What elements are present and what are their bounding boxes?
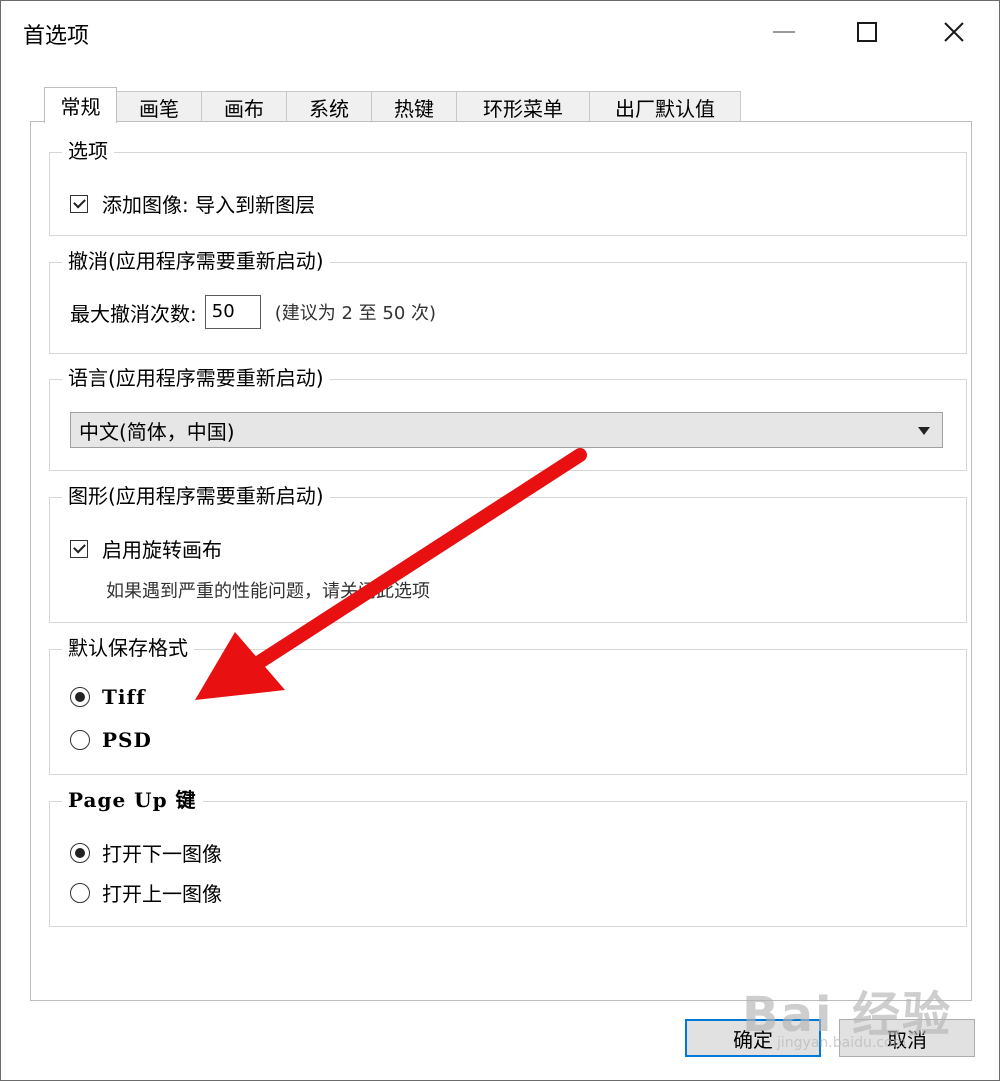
open-next-image-label: 打开下一图像 bbox=[102, 842, 222, 866]
psd-label: PSD bbox=[102, 728, 152, 752]
save-format-psd-radio[interactable]: PSD bbox=[70, 728, 152, 752]
minimize-icon bbox=[773, 31, 795, 33]
language-group: 语言(应用程序需要重新启动) 中文(简体，中国) bbox=[49, 364, 967, 471]
max-undo-hint: (建议为 2 至 50 次) bbox=[274, 303, 437, 324]
language-selected-value: 中文(简体，中国) bbox=[79, 419, 235, 444]
watermark-url: jingyan.baidu.com bbox=[777, 1035, 907, 1051]
options-group: 选项 添加图像: 导入到新图层 bbox=[49, 137, 967, 236]
save-format-tiff-radio[interactable]: Tiff bbox=[70, 685, 146, 709]
open-prev-image-label: 打开上一图像 bbox=[102, 882, 222, 906]
language-select[interactable]: 中文(简体，中国) bbox=[70, 412, 943, 448]
page-up-group: Page Up 键 打开下一图像 打开上一图像 bbox=[49, 786, 967, 927]
preferences-dialog: 首选项 常规 画笔 画布 系统 热键 环形菜单 出厂默认值 选项 添加图像: 导… bbox=[0, 0, 1000, 1081]
window-title: 首选项 bbox=[23, 24, 90, 49]
tiff-label: Tiff bbox=[102, 685, 146, 709]
undo-legend: 撤消(应用程序需要重新启动) bbox=[62, 247, 330, 275]
dropdown-arrow-icon bbox=[918, 427, 930, 435]
page-up-legend: Page Up 键 bbox=[62, 786, 203, 814]
general-tab-panel: 选项 添加图像: 导入到新图层 撤消(应用程序需要重新启动) 最大撤消次数: 5… bbox=[30, 121, 972, 1001]
tab-ring-menu[interactable]: 环形菜单 bbox=[456, 91, 590, 122]
graphics-legend: 图形(应用程序需要重新启动) bbox=[62, 482, 330, 510]
save-format-group: 默认保存格式 Tiff PSD bbox=[49, 634, 967, 775]
radio-unselected-icon bbox=[70, 730, 90, 750]
max-undo-input[interactable]: 50 bbox=[204, 295, 261, 329]
language-legend: 语言(应用程序需要重新启动) bbox=[62, 364, 330, 392]
radio-selected-icon bbox=[70, 687, 90, 707]
maximize-icon bbox=[857, 22, 877, 42]
graphics-group: 图形(应用程序需要重新启动) 启用旋转画布 如果遇到严重的性能问题，请关闭此选项 bbox=[49, 482, 967, 623]
tab-system[interactable]: 系统 bbox=[286, 91, 372, 122]
title-bar: 首选项 bbox=[1, 1, 999, 65]
rotate-canvas-label: 启用旋转画布 bbox=[102, 538, 222, 562]
checkbox-checked-icon bbox=[70, 194, 88, 213]
graphics-note: 如果遇到严重的性能问题，请关闭此选项 bbox=[106, 581, 430, 602]
tab-hotkeys[interactable]: 热键 bbox=[371, 91, 457, 122]
radio-unselected-icon bbox=[70, 882, 90, 903]
watermark: Bai 经验 jingyan.baidu.com bbox=[742, 975, 982, 1065]
save-format-legend: 默认保存格式 bbox=[62, 634, 194, 662]
max-undo-label: 最大撤消次数: bbox=[70, 301, 197, 326]
add-image-label: 添加图像: 导入到新图层 bbox=[102, 193, 316, 217]
minimize-button[interactable] bbox=[761, 9, 807, 55]
tab-brush[interactable]: 画笔 bbox=[116, 91, 202, 122]
open-next-image-radio[interactable]: 打开下一图像 bbox=[70, 838, 222, 867]
undo-row: 最大撤消次数: 50 (建议为 2 至 50 次) bbox=[70, 295, 436, 329]
add-image-checkbox[interactable]: 添加图像: 导入到新图层 bbox=[70, 189, 315, 218]
rotate-canvas-checkbox[interactable]: 启用旋转画布 bbox=[70, 534, 222, 563]
maximize-button[interactable] bbox=[844, 9, 890, 55]
close-button[interactable] bbox=[931, 9, 977, 55]
open-prev-image-radio[interactable]: 打开上一图像 bbox=[70, 878, 222, 907]
close-icon bbox=[944, 22, 964, 42]
radio-selected-icon bbox=[70, 842, 90, 863]
tab-factory-defaults[interactable]: 出厂默认值 bbox=[589, 91, 741, 122]
tab-canvas[interactable]: 画布 bbox=[201, 91, 287, 122]
checkbox-checked-icon bbox=[70, 539, 88, 558]
undo-group: 撤消(应用程序需要重新启动) 最大撤消次数: 50 (建议为 2 至 50 次) bbox=[49, 247, 967, 354]
options-legend: 选项 bbox=[62, 137, 114, 165]
tab-general[interactable]: 常规 bbox=[44, 87, 117, 123]
